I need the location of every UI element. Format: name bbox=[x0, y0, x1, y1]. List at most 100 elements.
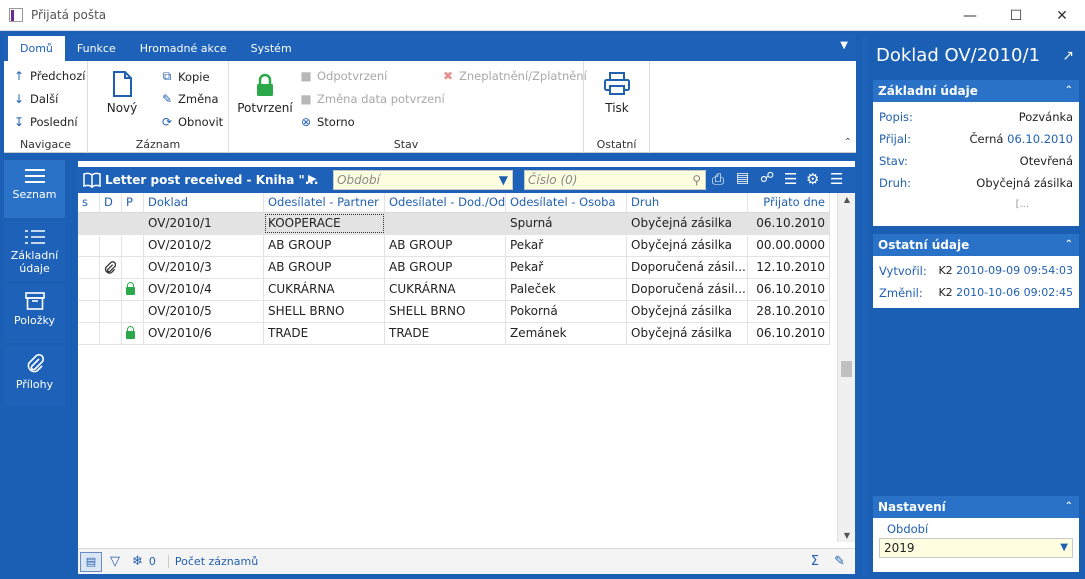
cell-s[interactable] bbox=[78, 235, 100, 256]
print-button[interactable]: Tisk bbox=[594, 71, 640, 115]
cell-partner[interactable]: SHELL BRNO bbox=[264, 301, 385, 322]
scroll-down-icon[interactable]: ▼ bbox=[838, 531, 856, 540]
more-link[interactable]: [... bbox=[873, 194, 1079, 216]
scroll-up-icon[interactable]: ▲ bbox=[838, 195, 856, 204]
table-row[interactable]: OV/2010/5 SHELL BRNO SHELL BRNO Pokorná Obyč… bbox=[78, 301, 830, 323]
cell-p[interactable] bbox=[122, 257, 144, 278]
cell-partner[interactable]: AB GROUP bbox=[264, 235, 385, 256]
cell-doklad[interactable]: OV/2010/4 bbox=[144, 279, 264, 300]
col-partner[interactable]: Odesílatel - Partner bbox=[264, 193, 385, 212]
edit-button[interactable]: ✎ Změna bbox=[160, 92, 219, 106]
minimize-button[interactable]: — bbox=[947, 0, 993, 31]
cell-dododb[interactable] bbox=[385, 213, 506, 234]
play-icon[interactable]: ▶ bbox=[308, 172, 316, 185]
section-header[interactable]: Nastavení ⌃ bbox=[873, 496, 1079, 518]
cell-d[interactable] bbox=[100, 213, 122, 234]
tab-domu[interactable]: Domů bbox=[8, 36, 65, 61]
col-p[interactable]: P bbox=[122, 193, 144, 212]
cell-osoba[interactable]: Pokorná bbox=[506, 301, 627, 322]
tab-hromadne-akce[interactable]: Hromadné akce bbox=[128, 36, 239, 61]
col-dododb[interactable]: Odesílatel - Dod./Odb bbox=[385, 193, 506, 212]
cell-date[interactable]: 06.10.2010 bbox=[748, 213, 830, 234]
period-filter[interactable]: Období ▼ bbox=[333, 170, 513, 190]
col-s[interactable]: s bbox=[78, 193, 100, 212]
chevron-up-icon[interactable]: ⌃ bbox=[1065, 80, 1073, 102]
table-row[interactable]: OV/2010/2 AB GROUP AB GROUP Pekař Obyčejná z… bbox=[78, 235, 830, 257]
chevron-up-icon[interactable]: ⌃ bbox=[1065, 234, 1073, 256]
close-button[interactable]: ✕ bbox=[1039, 0, 1085, 31]
refresh-button[interactable]: ⟳ Obnovit bbox=[160, 115, 223, 129]
cell-s[interactable] bbox=[78, 279, 100, 300]
cell-druh[interactable]: Obyčejná zásilka bbox=[627, 235, 748, 256]
section-header[interactable]: Ostatní údaje ⌃ bbox=[873, 234, 1079, 256]
cell-druh[interactable]: Doporučená zásil... bbox=[627, 279, 748, 300]
panel-splitter[interactable] bbox=[862, 34, 867, 576]
ribbon-menu-icon[interactable]: ▼ bbox=[840, 40, 848, 51]
col-druh[interactable]: Druh bbox=[627, 193, 748, 212]
chart-icon[interactable]: ▤ bbox=[736, 170, 749, 186]
pencil-icon[interactable]: ✎ bbox=[834, 554, 845, 569]
cell-d[interactable] bbox=[100, 279, 122, 300]
table-row[interactable]: OV/2010/1 KOOPERACE Spurná Obyčejná zásilka… bbox=[78, 213, 830, 235]
next-button[interactable]: ↓ Další bbox=[12, 92, 58, 106]
cell-osoba[interactable]: Paleček bbox=[506, 279, 627, 300]
external-link-icon[interactable]: ↗ bbox=[1062, 34, 1074, 78]
cell-doklad[interactable]: OV/2010/3 bbox=[144, 257, 264, 278]
cell-d[interactable] bbox=[100, 235, 122, 256]
period-select[interactable]: 2019 ▼ bbox=[879, 538, 1073, 558]
table-row[interactable]: OV/2010/4 CUKRÁRNA CUKRÁRNA Paleček Doporuče… bbox=[78, 279, 830, 301]
cell-partner[interactable]: CUKRÁRNA bbox=[264, 279, 385, 300]
number-filter[interactable]: Číslo (0) ⚲ bbox=[524, 170, 706, 190]
cell-date[interactable]: 06.10.2010 bbox=[748, 279, 830, 300]
cell-dododb[interactable]: CUKRÁRNA bbox=[385, 279, 506, 300]
cell-d[interactable] bbox=[100, 301, 122, 322]
gear-icon[interactable]: ⚙ bbox=[806, 170, 819, 188]
cell-partner[interactable]: TRADE bbox=[264, 323, 385, 344]
new-button[interactable]: Nový bbox=[104, 71, 140, 115]
col-osoba[interactable]: Odesílatel - Osoba bbox=[506, 193, 627, 212]
cell-osoba[interactable]: Spurná bbox=[506, 213, 627, 234]
cell-druh[interactable]: Doporučená zásil... bbox=[627, 257, 748, 278]
nav-prilohy[interactable]: Přílohy bbox=[4, 346, 65, 406]
invalidate-button[interactable]: ✖ Zneplatnění/Zplatnění bbox=[441, 69, 587, 83]
dropdown-icon[interactable]: ▼ bbox=[499, 171, 508, 189]
cell-osoba[interactable]: Pekař bbox=[506, 257, 627, 278]
section-header[interactable]: Základní údaje ⌃ bbox=[873, 80, 1079, 102]
tab-system[interactable]: Systém bbox=[239, 36, 304, 61]
cell-s[interactable] bbox=[78, 323, 100, 344]
nav-zakladni-udaje[interactable]: Základní údaje bbox=[4, 221, 65, 281]
cell-d[interactable] bbox=[100, 257, 122, 278]
search-icon[interactable]: ⚲ bbox=[692, 171, 701, 189]
cell-doklad[interactable]: OV/2010/1 bbox=[144, 213, 264, 234]
vertical-scrollbar[interactable]: ▲ ▼ bbox=[837, 193, 855, 542]
col-doklad[interactable]: Doklad bbox=[144, 193, 264, 212]
chevron-up-icon[interactable]: ⌃ bbox=[1065, 496, 1073, 518]
cell-p[interactable] bbox=[122, 323, 144, 344]
cell-doklad[interactable]: OV/2010/6 bbox=[144, 323, 264, 344]
columns-icon[interactable]: ☰ bbox=[784, 170, 797, 188]
cell-s[interactable] bbox=[78, 301, 100, 322]
cell-doklad[interactable]: OV/2010/5 bbox=[144, 301, 264, 322]
last-button[interactable]: ↧ Poslední bbox=[12, 115, 78, 129]
cell-druh[interactable]: Obyčejná zásilka bbox=[627, 323, 748, 344]
previous-button[interactable]: ↑ Předchozí bbox=[12, 69, 86, 83]
copy-button[interactable]: ⧉ Kopie bbox=[160, 69, 210, 84]
col-d[interactable]: D bbox=[100, 193, 122, 212]
sum-icon[interactable]: Σ bbox=[811, 554, 819, 569]
tab-funkce[interactable]: Funkce bbox=[65, 36, 128, 61]
change-confirm-date-button[interactable]: ■ Změna data potvrzení bbox=[299, 92, 444, 106]
maximize-button[interactable]: ☐ bbox=[993, 0, 1039, 31]
printer-icon[interactable]: ⎙ bbox=[712, 170, 724, 188]
cell-p[interactable] bbox=[122, 279, 144, 300]
dropdown-icon[interactable]: ▼ bbox=[1060, 539, 1068, 557]
cell-p[interactable] bbox=[122, 235, 144, 256]
cell-date[interactable]: 12.10.2010 bbox=[748, 257, 830, 278]
chevron-up-icon[interactable]: ⌃ bbox=[844, 137, 852, 148]
cell-partner[interactable]: AB GROUP bbox=[264, 257, 385, 278]
cancel-button[interactable]: ⊗ Storno bbox=[299, 115, 355, 129]
confirm-button[interactable]: Potvrzení bbox=[235, 73, 295, 115]
cell-osoba[interactable]: Pekař bbox=[506, 235, 627, 256]
cell-date[interactable]: 28.10.2010 bbox=[748, 301, 830, 322]
cell-date[interactable]: 06.10.2010 bbox=[748, 323, 830, 344]
cell-dododb[interactable]: SHELL BRNO bbox=[385, 301, 506, 322]
